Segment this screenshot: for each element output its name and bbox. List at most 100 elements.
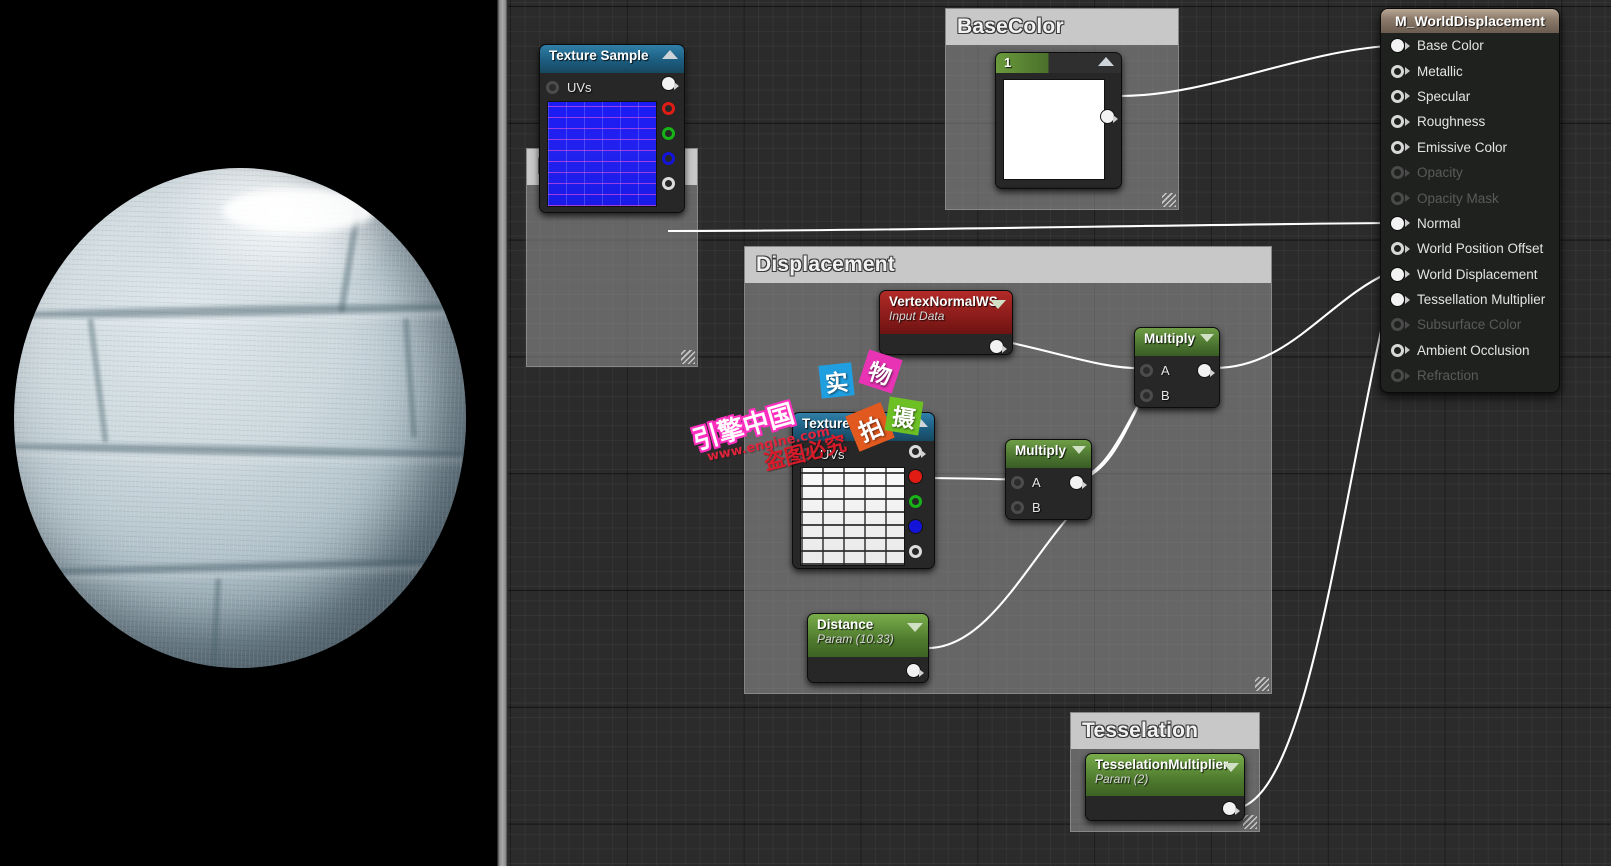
node-header[interactable]: Texture Sample [793, 413, 934, 441]
material-input-label: World Position Offset [1417, 241, 1544, 257]
output-pin-r[interactable] [909, 470, 922, 483]
material-input-label: Base Color [1417, 38, 1484, 54]
material-input-pin[interactable] [1391, 39, 1404, 53]
output-pin-b[interactable] [909, 520, 922, 533]
material-input-pin[interactable] [1391, 166, 1404, 180]
material-input-row[interactable]: Roughness [1381, 109, 1559, 134]
material-input-pin[interactable] [1391, 64, 1404, 78]
chevron-down-icon[interactable] [907, 623, 923, 632]
node-header[interactable]: Texture Sample [540, 45, 684, 73]
comment-resize-handle[interactable] [1243, 815, 1257, 829]
material-input-row[interactable]: Metallic [1381, 58, 1559, 83]
material-input-pin[interactable] [1391, 140, 1404, 154]
material-input-pin[interactable] [1391, 216, 1404, 230]
comment-title: Tesselation [1071, 713, 1259, 749]
node-distance-param[interactable]: Distance Param (10.33) [807, 613, 929, 683]
chevron-up-icon[interactable] [1098, 57, 1114, 66]
material-input-pin[interactable] [1391, 369, 1404, 383]
material-input-label: Refraction [1417, 368, 1479, 384]
material-input-row[interactable]: Ambient Occlusion [1381, 338, 1559, 363]
output-pin-b[interactable] [662, 152, 675, 165]
node-title: Distance [817, 617, 874, 632]
node-body: UVs [793, 441, 934, 568]
material-input-pin-arrow [1405, 295, 1410, 304]
node-header[interactable]: Distance Param (10.33) [808, 614, 928, 657]
material-input-pin[interactable] [1391, 115, 1404, 129]
input-pin-a[interactable] [1140, 364, 1153, 377]
output-pin-arrow [1002, 345, 1007, 353]
material-input-row[interactable]: Opacity [1381, 160, 1559, 185]
material-input-pin-arrow [1405, 320, 1410, 329]
material-input-label: Metallic [1417, 63, 1463, 79]
node-multiply-mid[interactable]: Multiply A B [1005, 439, 1092, 520]
input-pin-b[interactable] [1011, 501, 1024, 514]
node-texture-sample-displacement[interactable]: Texture Sample UVs [792, 412, 935, 569]
material-input-pin[interactable] [1391, 89, 1404, 103]
material-input-pin[interactable] [1391, 293, 1404, 307]
panel-splitter[interactable] [497, 0, 508, 866]
input-pin-a[interactable] [1011, 476, 1024, 489]
chevron-down-icon[interactable] [1223, 763, 1239, 772]
input-pin-uvs[interactable] [546, 81, 559, 94]
node-header[interactable]: VertexNormalWS Input Data [880, 291, 1012, 334]
node-tesselation-multiplier-param[interactable]: TesselationMultiplier Param (2) [1085, 753, 1245, 821]
output-pin-g[interactable] [909, 495, 922, 508]
chevron-down-icon[interactable] [990, 300, 1006, 309]
material-input-pin[interactable] [1391, 343, 1404, 357]
constant-color-preview [1003, 79, 1105, 180]
material-input-row[interactable]: World Position Offset [1381, 236, 1559, 261]
comment-resize-handle[interactable] [681, 350, 695, 364]
material-output-title: M_WorldDisplacement [1395, 13, 1545, 29]
node-header[interactable]: TesselationMultiplier Param (2) [1086, 754, 1244, 796]
material-input-row[interactable]: Opacity Mask [1381, 185, 1559, 210]
material-graph-canvas[interactable]: BaseColor Normals Displacement Tesselati… [508, 0, 1611, 866]
node-vertex-normal-ws[interactable]: VertexNormalWS Input Data [879, 290, 1013, 355]
comment-resize-handle[interactable] [1162, 193, 1176, 207]
material-input-row[interactable]: Subsurface Color [1381, 312, 1559, 337]
material-input-pin[interactable] [1391, 318, 1404, 332]
preview-sphere-mesh[interactable] [14, 168, 466, 668]
material-output-header[interactable]: M_WorldDisplacement [1381, 9, 1559, 33]
output-pin-a[interactable] [909, 545, 922, 558]
chevron-up-icon[interactable] [662, 50, 678, 59]
sphere-surface-grain [14, 168, 466, 668]
node-title: VertexNormalWS [889, 294, 998, 309]
material-input-pin[interactable] [1391, 267, 1404, 281]
chevron-down-icon[interactable] [1072, 446, 1086, 454]
input-pin-uvs[interactable] [799, 448, 812, 461]
node-texture-sample-normals[interactable]: Texture Sample UVs [539, 44, 685, 213]
input-pin-b[interactable] [1140, 389, 1153, 402]
material-input-pin-arrow [1405, 194, 1410, 203]
node-title: Multiply [1144, 331, 1195, 346]
node-header[interactable]: Multiply [1006, 440, 1091, 468]
chevron-up-icon[interactable] [912, 418, 928, 427]
material-input-pin-arrow [1405, 143, 1410, 152]
node-header[interactable]: 1 [996, 53, 1121, 73]
material-input-row[interactable]: Specular [1381, 84, 1559, 109]
material-input-row[interactable]: Normal [1381, 211, 1559, 236]
node-constant-1[interactable]: 1 [995, 52, 1122, 189]
material-preview-viewport[interactable] [0, 0, 497, 866]
node-body [880, 334, 1012, 354]
comment-resize-handle[interactable] [1255, 677, 1269, 691]
chevron-down-icon[interactable] [1200, 334, 1214, 342]
material-input-pin-arrow [1405, 371, 1410, 380]
material-input-pin[interactable] [1391, 242, 1404, 256]
material-input-row[interactable]: Refraction [1381, 363, 1559, 388]
material-input-row[interactable]: World Displacement [1381, 262, 1559, 287]
node-material-output[interactable]: M_WorldDisplacement Base Color Metallic Sp… [1380, 8, 1560, 393]
output-pin-g[interactable] [662, 127, 675, 140]
material-input-row[interactable]: Emissive Color [1381, 135, 1559, 160]
material-input-row[interactable]: Tessellation Multiplier [1381, 287, 1559, 312]
output-pin-arrow [1210, 369, 1215, 377]
node-header[interactable]: Multiply [1135, 328, 1219, 356]
material-input-pin[interactable] [1391, 191, 1404, 205]
output-pin-a[interactable] [662, 177, 675, 190]
node-body: UVs [540, 73, 684, 212]
material-editor-window: BaseColor Normals Displacement Tesselati… [0, 0, 1611, 866]
output-pin-r[interactable] [662, 102, 675, 115]
node-multiply-top[interactable]: Multiply A B [1134, 327, 1220, 408]
node-body [996, 73, 1121, 186]
material-input-label: Roughness [1417, 114, 1486, 130]
material-input-row[interactable]: Base Color [1381, 33, 1559, 58]
